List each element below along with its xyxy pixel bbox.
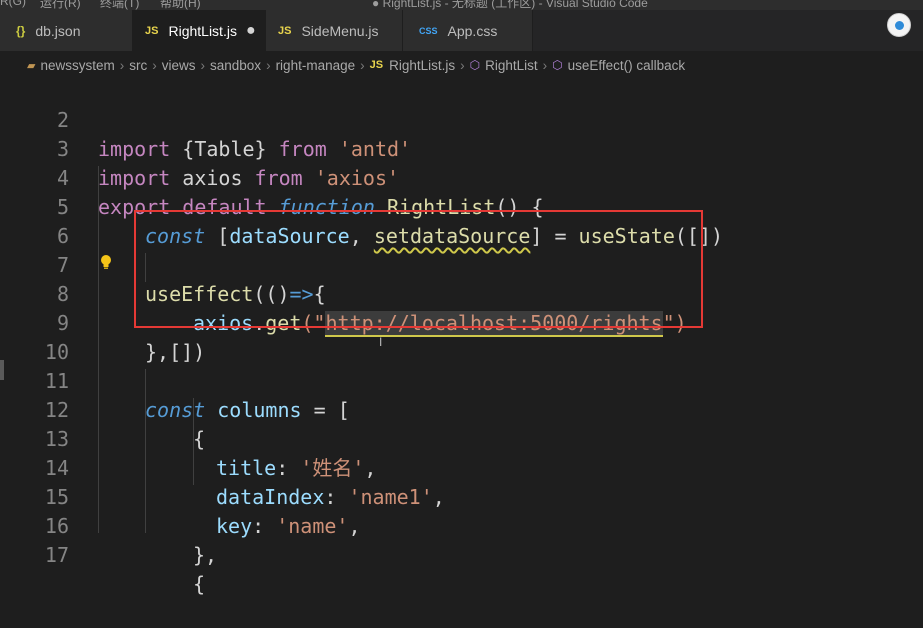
css-icon: CSS [419,25,438,36]
tab-rightlist-js[interactable]: JS RightList.js ● [133,10,266,51]
tab-label: App.css [447,22,498,39]
json-icon: {} [16,23,26,38]
breadcrumb-symbol[interactable]: useEffect() callback [568,58,686,73]
tab-label: db.json [35,22,81,39]
code-line: 2 import {Table} from 'antd' [0,77,923,161]
title-bar: R(G) 运行(R) 终端(T) 帮助(H) ● RightList.js - … [0,0,923,10]
breadcrumb-segment[interactable]: views [162,58,196,73]
breadcrumb-file[interactable]: RightList.js [389,58,455,73]
breadcrumb-segment[interactable]: src [129,58,147,73]
menu-item-help[interactable]: 帮助(H) [160,0,201,10]
breadcrumb: ▰ newssystem › src › views › sandbox › r… [0,51,923,79]
text-cursor-icon: I [379,335,383,349]
scroll-indicator[interactable] [0,360,4,380]
window-title: ● RightList.js - 无标题 (工作区) - Visual Stud… [372,0,648,10]
js-icon: JS [369,59,384,71]
code-line: 14 dataIndex: 'name1', [0,425,923,509]
chevron-right-icon: › [360,57,365,73]
code-line: 17 { [0,512,923,596]
code-line: 12 { [0,367,923,451]
menu-item-terminal[interactable]: 终端(T) [100,0,139,10]
symbol-icon: ⬡ [469,58,481,72]
line-number: 17 [44,543,69,567]
code-line: 15 key: 'name', [0,454,923,538]
tab-label: RightList.js [168,22,237,39]
code-token: }, [193,543,218,567]
logo-icon [894,20,904,30]
code-line: 13 title: '姓名', [0,396,923,480]
breadcrumb-segment[interactable]: right-manage [276,58,356,73]
breadcrumb-segment[interactable]: sandbox [210,58,261,73]
lightbulb-icon[interactable] [99,254,113,270]
tab-sidemenu-js[interactable]: JS SideMenu.js [266,10,403,51]
chevron-right-icon: › [266,57,271,73]
code-line: 4 export default function RightList() { [0,135,923,219]
chevron-right-icon: › [152,57,157,73]
folder-icon: ▰ [27,59,36,72]
code-token: { [193,572,206,596]
tab-bar: {} db.json JS RightList.js ● JS SideMenu… [0,10,923,51]
chevron-right-icon: › [119,57,125,73]
menu-item-go[interactable]: R(G) [0,0,26,8]
breadcrumb-symbol[interactable]: RightList [485,58,538,73]
menu-item-run[interactable]: 运行(R) [40,0,81,10]
code-editor[interactable]: 2 import {Table} from 'antd' 3 import ax… [0,77,923,596]
chevron-right-icon: › [200,57,206,73]
tab-app-css[interactable]: CSS App.css [403,10,533,51]
js-icon: JS [145,24,159,37]
highlight-box [134,210,703,328]
symbol-icon: ⬡ [552,58,563,72]
chevron-right-icon: › [460,57,465,73]
code-line: 3 import axios from 'axios' [0,106,923,190]
tab-label: SideMenu.js [301,22,379,39]
code-line: 5 const [dataSource, setdataSource] = us… [0,164,923,248]
chevron-right-icon: › [542,57,548,73]
code-line: 11 const columns = [ [0,338,923,422]
code-line: 16 }, [0,483,923,567]
tab-db-json[interactable]: {} db.json [0,10,133,51]
unsaved-dot-icon[interactable]: ● [246,22,256,39]
js-icon: JS [278,24,292,37]
breadcrumb-segment[interactable]: newssystem [40,58,114,73]
avatar[interactable] [887,13,911,37]
